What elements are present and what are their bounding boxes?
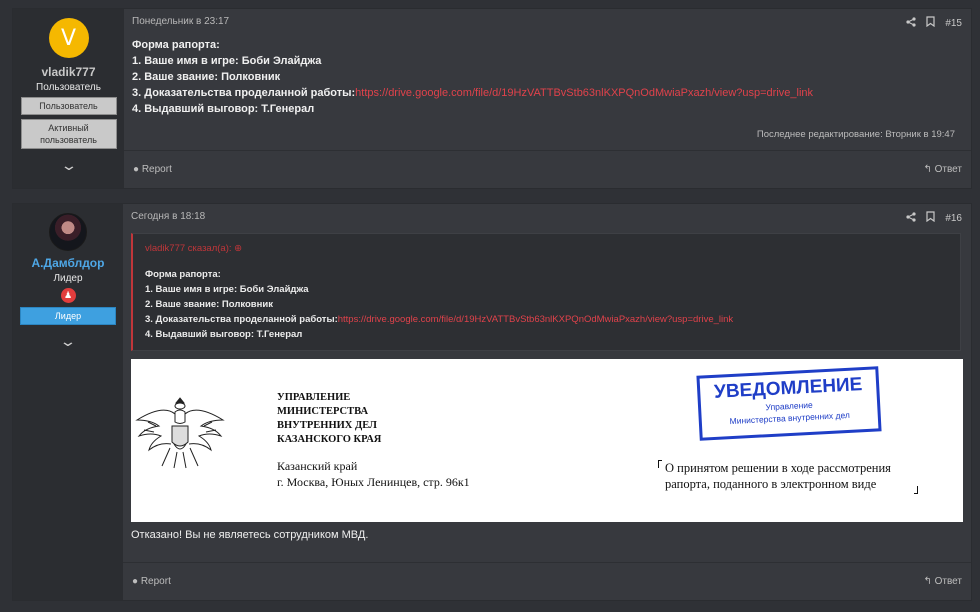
user-badge: Пользователь xyxy=(20,97,117,115)
org-line: КАЗАНСКОГО КРАЯ xyxy=(277,434,382,445)
quote-line-text: 3. Доказательства проделанной работы: xyxy=(145,314,338,325)
user-badge: Активный пользователь xyxy=(20,119,117,149)
post-user-panel: V vladik777 Пользователь Пользователь Ак… xyxy=(13,9,124,188)
share-icon[interactable] xyxy=(906,16,916,30)
avatar[interactable]: V xyxy=(48,18,89,58)
username[interactable]: А.Дамблдор xyxy=(32,256,105,270)
quote-line: 2. Ваше звание: Полковник xyxy=(145,299,273,310)
reply-button[interactable]: ↰ Ответ xyxy=(923,164,962,175)
flag-icon: ● xyxy=(132,576,139,587)
bookmark-icon[interactable] xyxy=(926,211,935,225)
content-line-text: 3. Доказательства проделанной работы: xyxy=(132,87,356,99)
content-line: 4. Выдавший выговор: Т.Генерал xyxy=(132,103,315,115)
user-badge: Лидер xyxy=(20,307,116,325)
decision-line: О принятом решении в ходе рассмотрения xyxy=(665,461,891,475)
report-label: Report xyxy=(141,164,172,175)
address-line: г. Москва, Юных Ленинцев, стр. 96к1 xyxy=(277,474,470,489)
quote-author-label: vladik777 сказал(а): xyxy=(145,243,232,254)
report-button[interactable]: ● Report xyxy=(132,576,171,587)
arrow-up-icon: ⊕ xyxy=(234,243,243,254)
share-icon[interactable] xyxy=(906,211,916,225)
drive-link[interactable]: https://drive.google.com/file/d/19HzVATT… xyxy=(355,87,813,99)
chevron-down-icon[interactable]: ⌄ xyxy=(59,333,77,350)
notice-image[interactable]: УПРАВЛЕНИЕ МИНИСТЕРСТВА ВНУТРЕННИХ ДЕЛ К… xyxy=(131,359,963,522)
post-date[interactable]: Понедельник в 23:17 xyxy=(132,16,963,27)
post-body: Сегодня в 18:18 #16 vladik777 сказал(а):… xyxy=(123,204,971,600)
post-user-panel: А.Дамблдор Лидер ♟ Лидер ⌄ xyxy=(13,204,123,600)
bracket-corner xyxy=(914,486,918,494)
org-line: ВНУТРЕННИХ ДЕЛ xyxy=(277,420,377,431)
flag-icon: ● xyxy=(133,164,140,175)
reply-label: Ответ xyxy=(934,164,962,175)
content-line: 1. Ваше имя в игре: Боби Элайджа xyxy=(132,55,322,67)
user-title: Пользователь xyxy=(36,82,101,93)
post-15: V vladik777 Пользователь Пользователь Ак… xyxy=(12,8,972,189)
content-line: 2. Ваше звание: Полковник xyxy=(132,71,281,83)
post-16: А.Дамблдор Лидер ♟ Лидер ⌄ Сегодня в 18:… xyxy=(12,203,972,601)
bracket-corner xyxy=(658,460,662,468)
quote-line: Форма рапорта: xyxy=(145,269,221,280)
quote-line: 4. Выдавший выговор: Т.Генерал xyxy=(145,329,303,340)
leader-icon: ♟ xyxy=(60,288,76,303)
post-number[interactable]: #15 xyxy=(945,18,962,29)
post-actions: #15 xyxy=(906,16,962,30)
org-line: МИНИСТЕРСТВА xyxy=(277,406,369,417)
post-content: Форма рапорта: 1. Ваше имя в игре: Боби … xyxy=(132,37,963,117)
post-text: Отказано! Вы не являетесь сотрудником МВ… xyxy=(131,529,369,541)
post-footer: ● Report ↰ Ответ xyxy=(123,562,971,600)
report-button[interactable]: ● Report xyxy=(133,164,172,175)
content-line: 3. Доказательства проделанной работы:htt… xyxy=(132,85,963,101)
post-date[interactable]: Сегодня в 18:18 xyxy=(131,211,963,222)
last-edited[interactable]: Последнее редактирование: Вторник в 19:4… xyxy=(757,129,955,140)
username[interactable]: vladik777 xyxy=(41,65,95,79)
quote-line: 3. Доказательства проделанной работы:htt… xyxy=(145,312,948,327)
address-line: Казанский край xyxy=(277,459,358,473)
decision-line: рапорта, поданного в электронном виде xyxy=(665,477,877,491)
organization-address: Казанский край г. Москва, Юных Ленинцев,… xyxy=(277,459,470,490)
post-number[interactable]: #16 xyxy=(945,213,962,224)
drive-link[interactable]: https://drive.google.com/file/d/19HzVATT… xyxy=(338,314,733,325)
quote-author[interactable]: vladik777 сказал(а): ⊕ xyxy=(145,243,948,254)
chevron-down-icon[interactable]: ⌄ xyxy=(60,157,78,174)
reply-button[interactable]: ↰ Ответ xyxy=(923,576,962,587)
org-line: УПРАВЛЕНИЕ xyxy=(277,392,351,403)
reply-label: Ответ xyxy=(934,576,962,587)
reply-icon: ↰ xyxy=(923,576,932,587)
post-footer: ● Report ↰ Ответ xyxy=(124,150,971,188)
avatar[interactable] xyxy=(49,213,87,251)
user-title: Лидер xyxy=(53,273,83,284)
bookmark-icon[interactable] xyxy=(926,16,935,30)
content-line: Форма рапорта: xyxy=(132,39,220,51)
quote-body: Форма рапорта: 1. Ваше имя в игре: Боби … xyxy=(145,267,948,342)
notice-stamp: УВЕДОМЛЕНИЕ Управление Министерства внут… xyxy=(696,366,882,441)
post-body: Понедельник в 23:17 #15 Форма рапорта: 1… xyxy=(124,9,971,188)
quote-line: 1. Ваше имя в игре: Боби Элайджа xyxy=(145,284,309,295)
organization-name: УПРАВЛЕНИЕ МИНИСТЕРСТВА ВНУТРЕННИХ ДЕЛ К… xyxy=(277,391,381,447)
decision-heading: О принятом решении в ходе рассмотрения р… xyxy=(663,460,925,492)
quote-block: vladik777 сказал(а): ⊕ Форма рапорта: 1.… xyxy=(131,233,961,351)
coat-of-arms-icon xyxy=(135,397,225,469)
post-actions: #16 xyxy=(906,211,962,225)
reply-icon: ↰ xyxy=(923,164,932,175)
report-label: Report xyxy=(140,576,171,587)
